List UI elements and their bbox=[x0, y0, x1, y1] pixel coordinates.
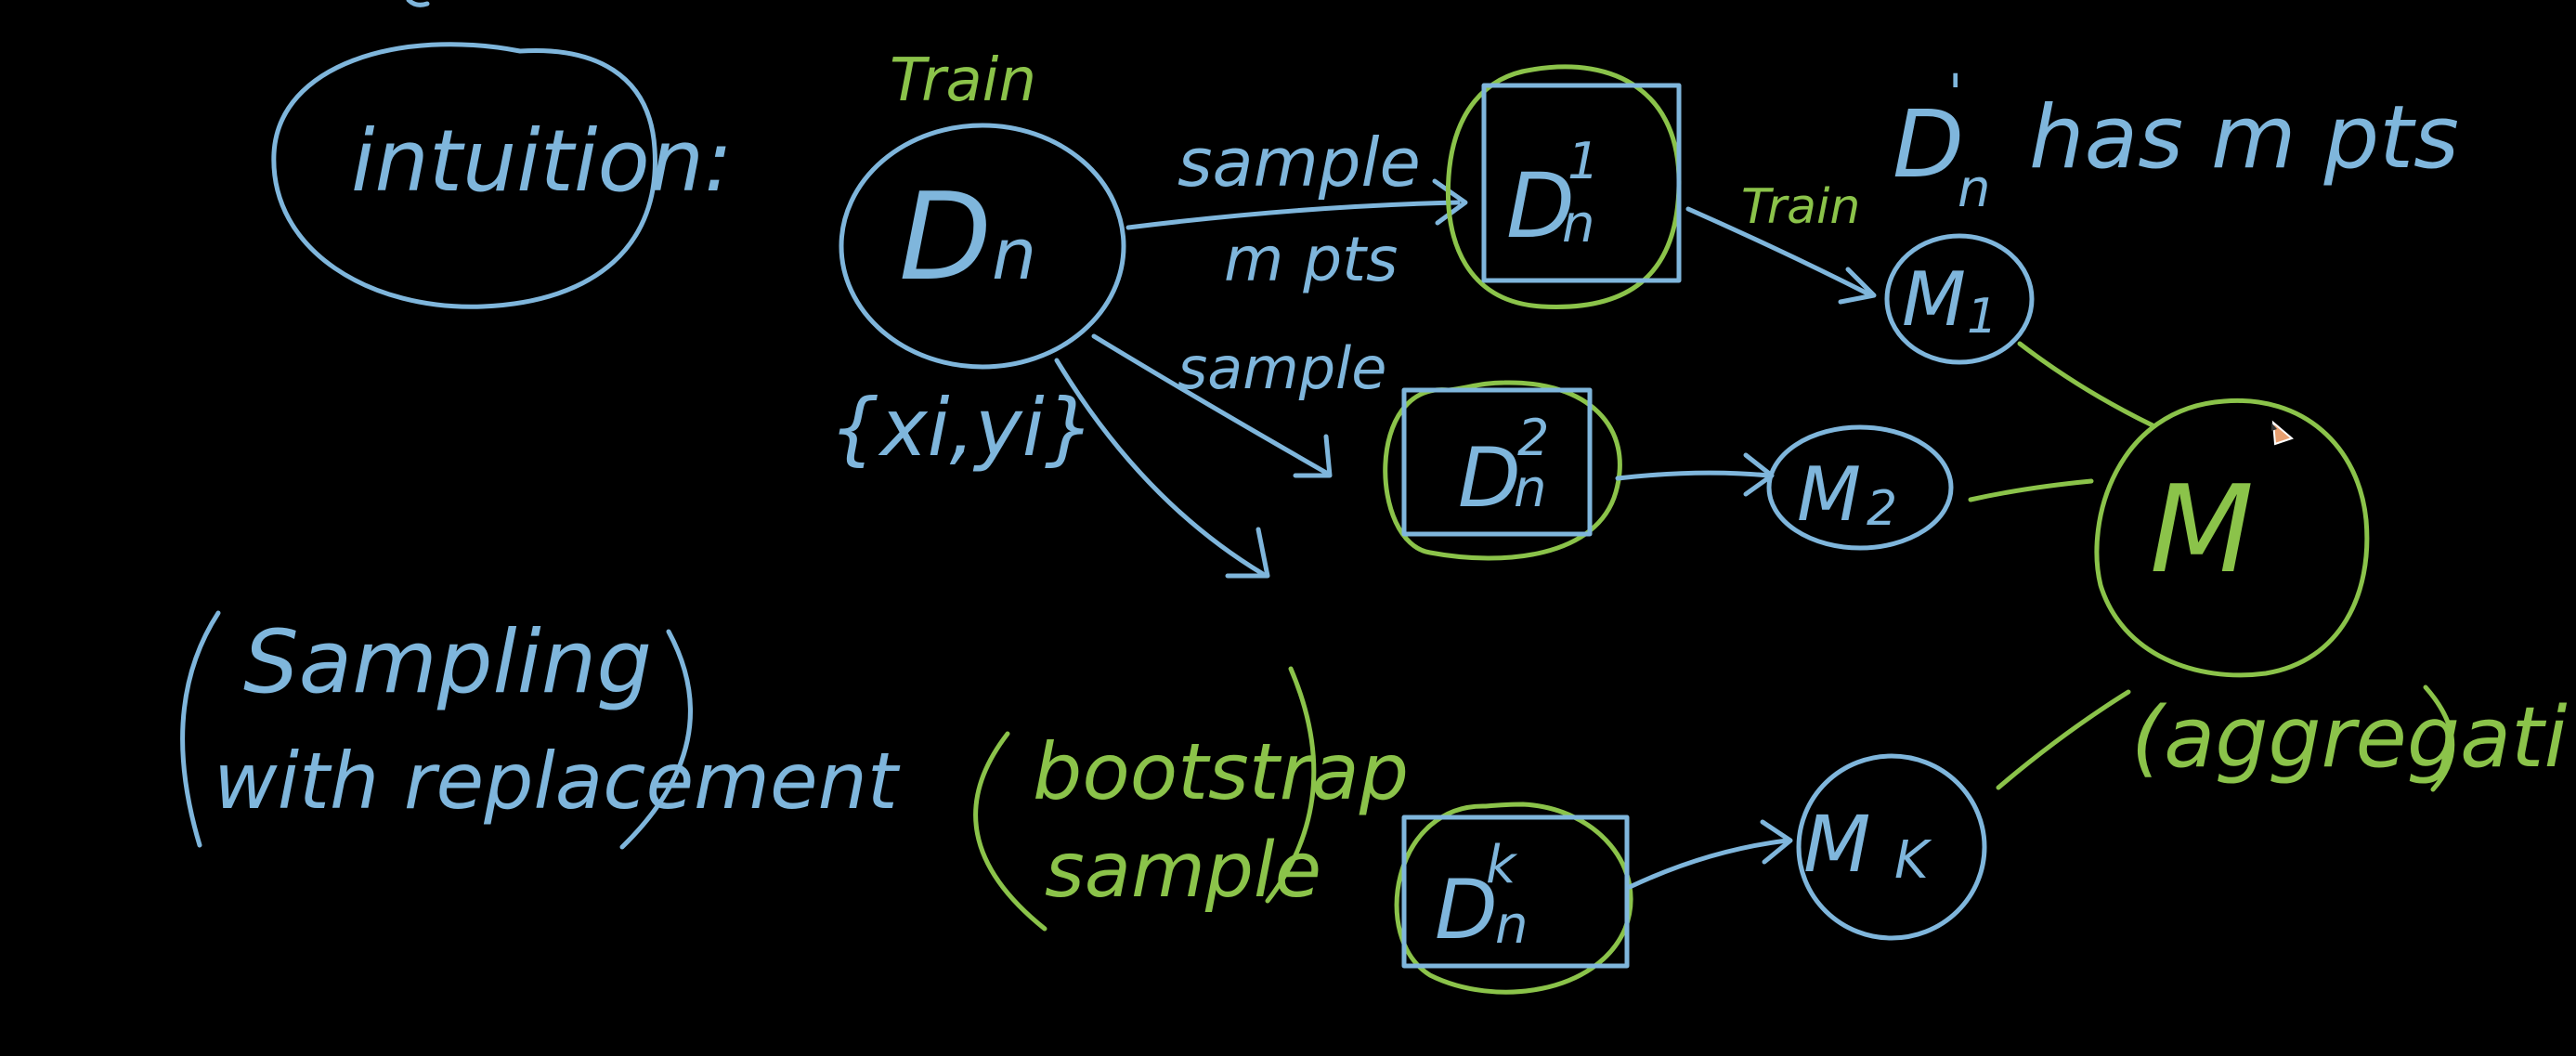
stray-stroke bbox=[406, 0, 430, 7]
intuition-node: intuition: bbox=[271, 42, 733, 309]
note-tail: has m pts bbox=[2029, 87, 2459, 189]
model-m2-node: M 2 bbox=[1766, 424, 1954, 551]
intuition-label: intuition: bbox=[351, 111, 733, 211]
sampling-line1: Sampling bbox=[243, 612, 652, 713]
d1-sub: n bbox=[1562, 194, 1595, 254]
sampling-note: Sampling with replacement bbox=[180, 610, 901, 850]
aggregate-label: M bbox=[2150, 459, 2254, 600]
model-mk-node: M K bbox=[1796, 753, 1987, 941]
m2-label: M bbox=[1797, 451, 1861, 538]
d1-sup: 1 bbox=[1568, 132, 1599, 190]
subset-d2-node: D 2 n bbox=[1383, 380, 1622, 561]
bootstrap-line2: sample bbox=[1045, 827, 1321, 915]
m-pts-label: m pts bbox=[1224, 224, 1398, 295]
dataset-node: Train D n {xi,yi} bbox=[829, 46, 1126, 475]
dk-to-mk-arrow bbox=[1627, 819, 1793, 890]
m2-sub: 2 bbox=[1867, 481, 1897, 537]
dk-sup: k bbox=[1486, 835, 1518, 895]
whiteboard-canvas: intuition: Train D n {xi,yi} sample m pt… bbox=[0, 0, 2576, 1051]
subset-dk-node: D k n bbox=[1394, 802, 1633, 995]
d2-label: D bbox=[1458, 430, 1521, 526]
sample-1-label: sample bbox=[1177, 124, 1421, 202]
d2-sub: n bbox=[1514, 459, 1547, 519]
mk-sub: K bbox=[1894, 830, 1932, 891]
m1-sub: 1 bbox=[1967, 289, 1997, 345]
mk-label: M bbox=[1803, 799, 1870, 890]
d2-to-m2-arrow bbox=[1615, 452, 1775, 497]
sample-2-label: sample bbox=[1177, 334, 1386, 402]
subset-d1-node: D 1 n bbox=[1445, 64, 1682, 309]
diagram-svg: intuition: Train D n {xi,yi} sample m pt… bbox=[180, 0, 2567, 995]
train-top-label: Train bbox=[890, 46, 1036, 115]
dataset-label: D bbox=[899, 166, 992, 307]
train-small-label: Train bbox=[1741, 179, 1860, 235]
aggregate-m-node: M bbox=[2094, 398, 2370, 678]
mk-to-M-arrow bbox=[1996, 689, 2131, 790]
aggregation-label: (aggregati bbox=[2131, 689, 2567, 787]
bootstrap-line1: bootstrap bbox=[1033, 726, 1409, 817]
note-sup: ' bbox=[1948, 64, 1962, 124]
dataset-sub: n bbox=[992, 213, 1036, 295]
dk-sub: n bbox=[1495, 895, 1529, 956]
m1-to-M-arrow bbox=[2017, 341, 2155, 428]
model-m1-node: M 1 bbox=[1884, 233, 2035, 365]
note-text: D ' n has m pts bbox=[1893, 64, 2459, 219]
note-sub: n bbox=[1958, 159, 1991, 219]
m1-label: M bbox=[1902, 256, 1966, 343]
sampling-line2: with replacement bbox=[214, 736, 901, 827]
bootstrap-note: bootstrap sample bbox=[973, 666, 1409, 932]
pencil-cursor-icon bbox=[2271, 420, 2294, 446]
m2-to-M-arrow bbox=[1968, 478, 2094, 502]
samples-set-label: {xi,yi} bbox=[829, 382, 1095, 475]
